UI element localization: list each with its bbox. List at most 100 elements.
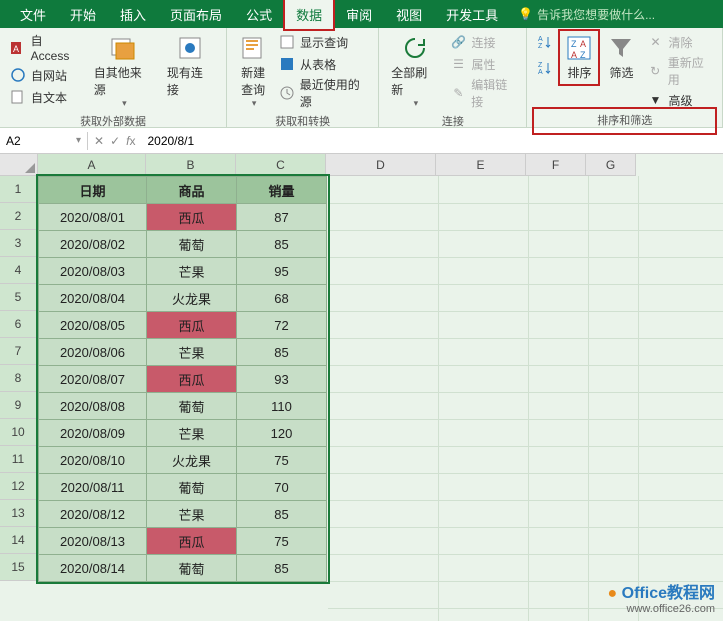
cancel-icon[interactable]: ✕ [94, 134, 104, 148]
cell[interactable]: 2020/08/08 [39, 393, 147, 420]
cell[interactable]: 葡萄 [147, 231, 237, 258]
name-box[interactable]: A2 ▾ [0, 132, 88, 150]
from-web-button[interactable]: 自网站 [8, 65, 84, 85]
cell[interactable]: 西瓜 [147, 204, 237, 231]
enter-icon[interactable]: ✓ [110, 134, 120, 148]
cell[interactable]: 68 [237, 285, 327, 312]
tab-插入[interactable]: 插入 [108, 0, 158, 30]
col-header-E[interactable]: E [436, 154, 526, 176]
row-headers[interactable]: 123456789101112131415 [0, 176, 38, 581]
sort-desc-button[interactable]: ZA [535, 58, 555, 78]
cell[interactable]: 85 [237, 339, 327, 366]
tab-开发工具[interactable]: 开发工具 [434, 0, 510, 30]
from-table-button[interactable]: 从表格 [277, 54, 370, 74]
sort-asc-button[interactable]: AZ [535, 32, 555, 52]
cell[interactable]: 葡萄 [147, 555, 237, 582]
cell[interactable]: 芒果 [147, 339, 237, 366]
cell[interactable]: 2020/08/09 [39, 420, 147, 447]
cell[interactable]: 95 [237, 258, 327, 285]
col-header-D[interactable]: D [326, 154, 436, 176]
tab-文件[interactable]: 文件 [8, 0, 58, 30]
cell[interactable]: 火龙果 [147, 447, 237, 474]
row-header-5[interactable]: 5 [0, 284, 38, 311]
cell[interactable]: 2020/08/11 [39, 474, 147, 501]
cell[interactable]: 2020/08/13 [39, 528, 147, 555]
cell[interactable]: 2020/08/06 [39, 339, 147, 366]
cell[interactable]: 85 [237, 231, 327, 258]
refresh-all-button[interactable]: 全部刷新 [387, 32, 442, 111]
cell[interactable]: 芒果 [147, 420, 237, 447]
row-header-13[interactable]: 13 [0, 500, 38, 527]
row-header-4[interactable]: 4 [0, 257, 38, 284]
row-header-10[interactable]: 10 [0, 419, 38, 446]
cell[interactable]: 85 [237, 555, 327, 582]
cell[interactable]: 2020/08/07 [39, 366, 147, 393]
from-text-button[interactable]: 自文本 [8, 87, 84, 107]
col-header-G[interactable]: G [586, 154, 636, 176]
row-header-14[interactable]: 14 [0, 527, 38, 554]
row-header-2[interactable]: 2 [0, 203, 38, 230]
col-header-F[interactable]: F [526, 154, 586, 176]
from-other-button[interactable]: 自其他来源 [90, 32, 157, 111]
cell[interactable]: 75 [237, 528, 327, 555]
cell[interactable]: 110 [237, 393, 327, 420]
cell[interactable]: 120 [237, 420, 327, 447]
chevron-down-icon[interactable]: ▾ [76, 135, 81, 146]
cell[interactable]: 85 [237, 501, 327, 528]
cell[interactable]: 93 [237, 366, 327, 393]
cell[interactable]: 2020/08/02 [39, 231, 147, 258]
header-cell[interactable]: 日期 [39, 177, 147, 204]
cell[interactable]: 2020/08/05 [39, 312, 147, 339]
row-header-1[interactable]: 1 [0, 176, 38, 203]
spreadsheet-grid[interactable]: ABCDEFG 123456789101112131415 日期商品销量2020… [0, 154, 723, 621]
header-cell[interactable]: 商品 [147, 177, 237, 204]
from-access-button[interactable]: A 自 Access [8, 32, 84, 63]
cell[interactable]: 2020/08/12 [39, 501, 147, 528]
cell[interactable]: 87 [237, 204, 327, 231]
show-queries-button[interactable]: 显示查询 [277, 32, 370, 52]
cell[interactable]: 72 [237, 312, 327, 339]
formula-input[interactable]: 2020/8/1 [141, 132, 723, 150]
row-header-12[interactable]: 12 [0, 473, 38, 500]
cell[interactable]: 70 [237, 474, 327, 501]
tab-开始[interactable]: 开始 [58, 0, 108, 30]
header-cell[interactable]: 销量 [237, 177, 327, 204]
cell[interactable]: 2020/08/10 [39, 447, 147, 474]
cell[interactable]: 葡萄 [147, 474, 237, 501]
row-header-15[interactable]: 15 [0, 554, 38, 581]
row-header-9[interactable]: 9 [0, 392, 38, 419]
existing-connections-button[interactable]: 现有连接 [163, 32, 218, 100]
col-header-C[interactable]: C [236, 154, 326, 176]
recent-sources-button[interactable]: 最近使用的源 [277, 76, 370, 110]
cell[interactable]: 75 [237, 447, 327, 474]
col-header-A[interactable]: A [38, 154, 146, 176]
empty-grid[interactable] [328, 176, 723, 621]
tab-视图[interactable]: 视图 [384, 0, 434, 30]
cell[interactable]: 芒果 [147, 258, 237, 285]
tab-公式[interactable]: 公式 [234, 0, 284, 30]
row-header-8[interactable]: 8 [0, 365, 38, 392]
cell[interactable]: 2020/08/03 [39, 258, 147, 285]
cell[interactable]: 西瓜 [147, 528, 237, 555]
tell-me-search[interactable]: 💡告诉我您想要做什么... [518, 6, 655, 23]
new-query-button[interactable]: 新建 查询 [235, 32, 271, 111]
cell[interactable]: 2020/08/01 [39, 204, 147, 231]
column-headers[interactable]: ABCDEFG [38, 154, 723, 176]
cell[interactable]: 西瓜 [147, 312, 237, 339]
col-header-B[interactable]: B [146, 154, 236, 176]
cells-area[interactable]: 日期商品销量2020/08/01西瓜872020/08/02葡萄852020/0… [38, 176, 327, 582]
cell[interactable]: 2020/08/04 [39, 285, 147, 312]
cell[interactable]: 2020/08/14 [39, 555, 147, 582]
row-header-7[interactable]: 7 [0, 338, 38, 365]
cell[interactable]: 葡萄 [147, 393, 237, 420]
cell[interactable]: 火龙果 [147, 285, 237, 312]
filter-button[interactable]: 筛选 [603, 32, 639, 83]
cell[interactable]: 芒果 [147, 501, 237, 528]
row-header-3[interactable]: 3 [0, 230, 38, 257]
row-header-11[interactable]: 11 [0, 446, 38, 473]
tab-审阅[interactable]: 审阅 [334, 0, 384, 30]
select-all-triangle[interactable] [0, 154, 38, 176]
fx-icon[interactable]: fx [126, 134, 135, 148]
advanced-filter-button[interactable]: ▼ 高级 [645, 90, 714, 110]
row-header-6[interactable]: 6 [0, 311, 38, 338]
